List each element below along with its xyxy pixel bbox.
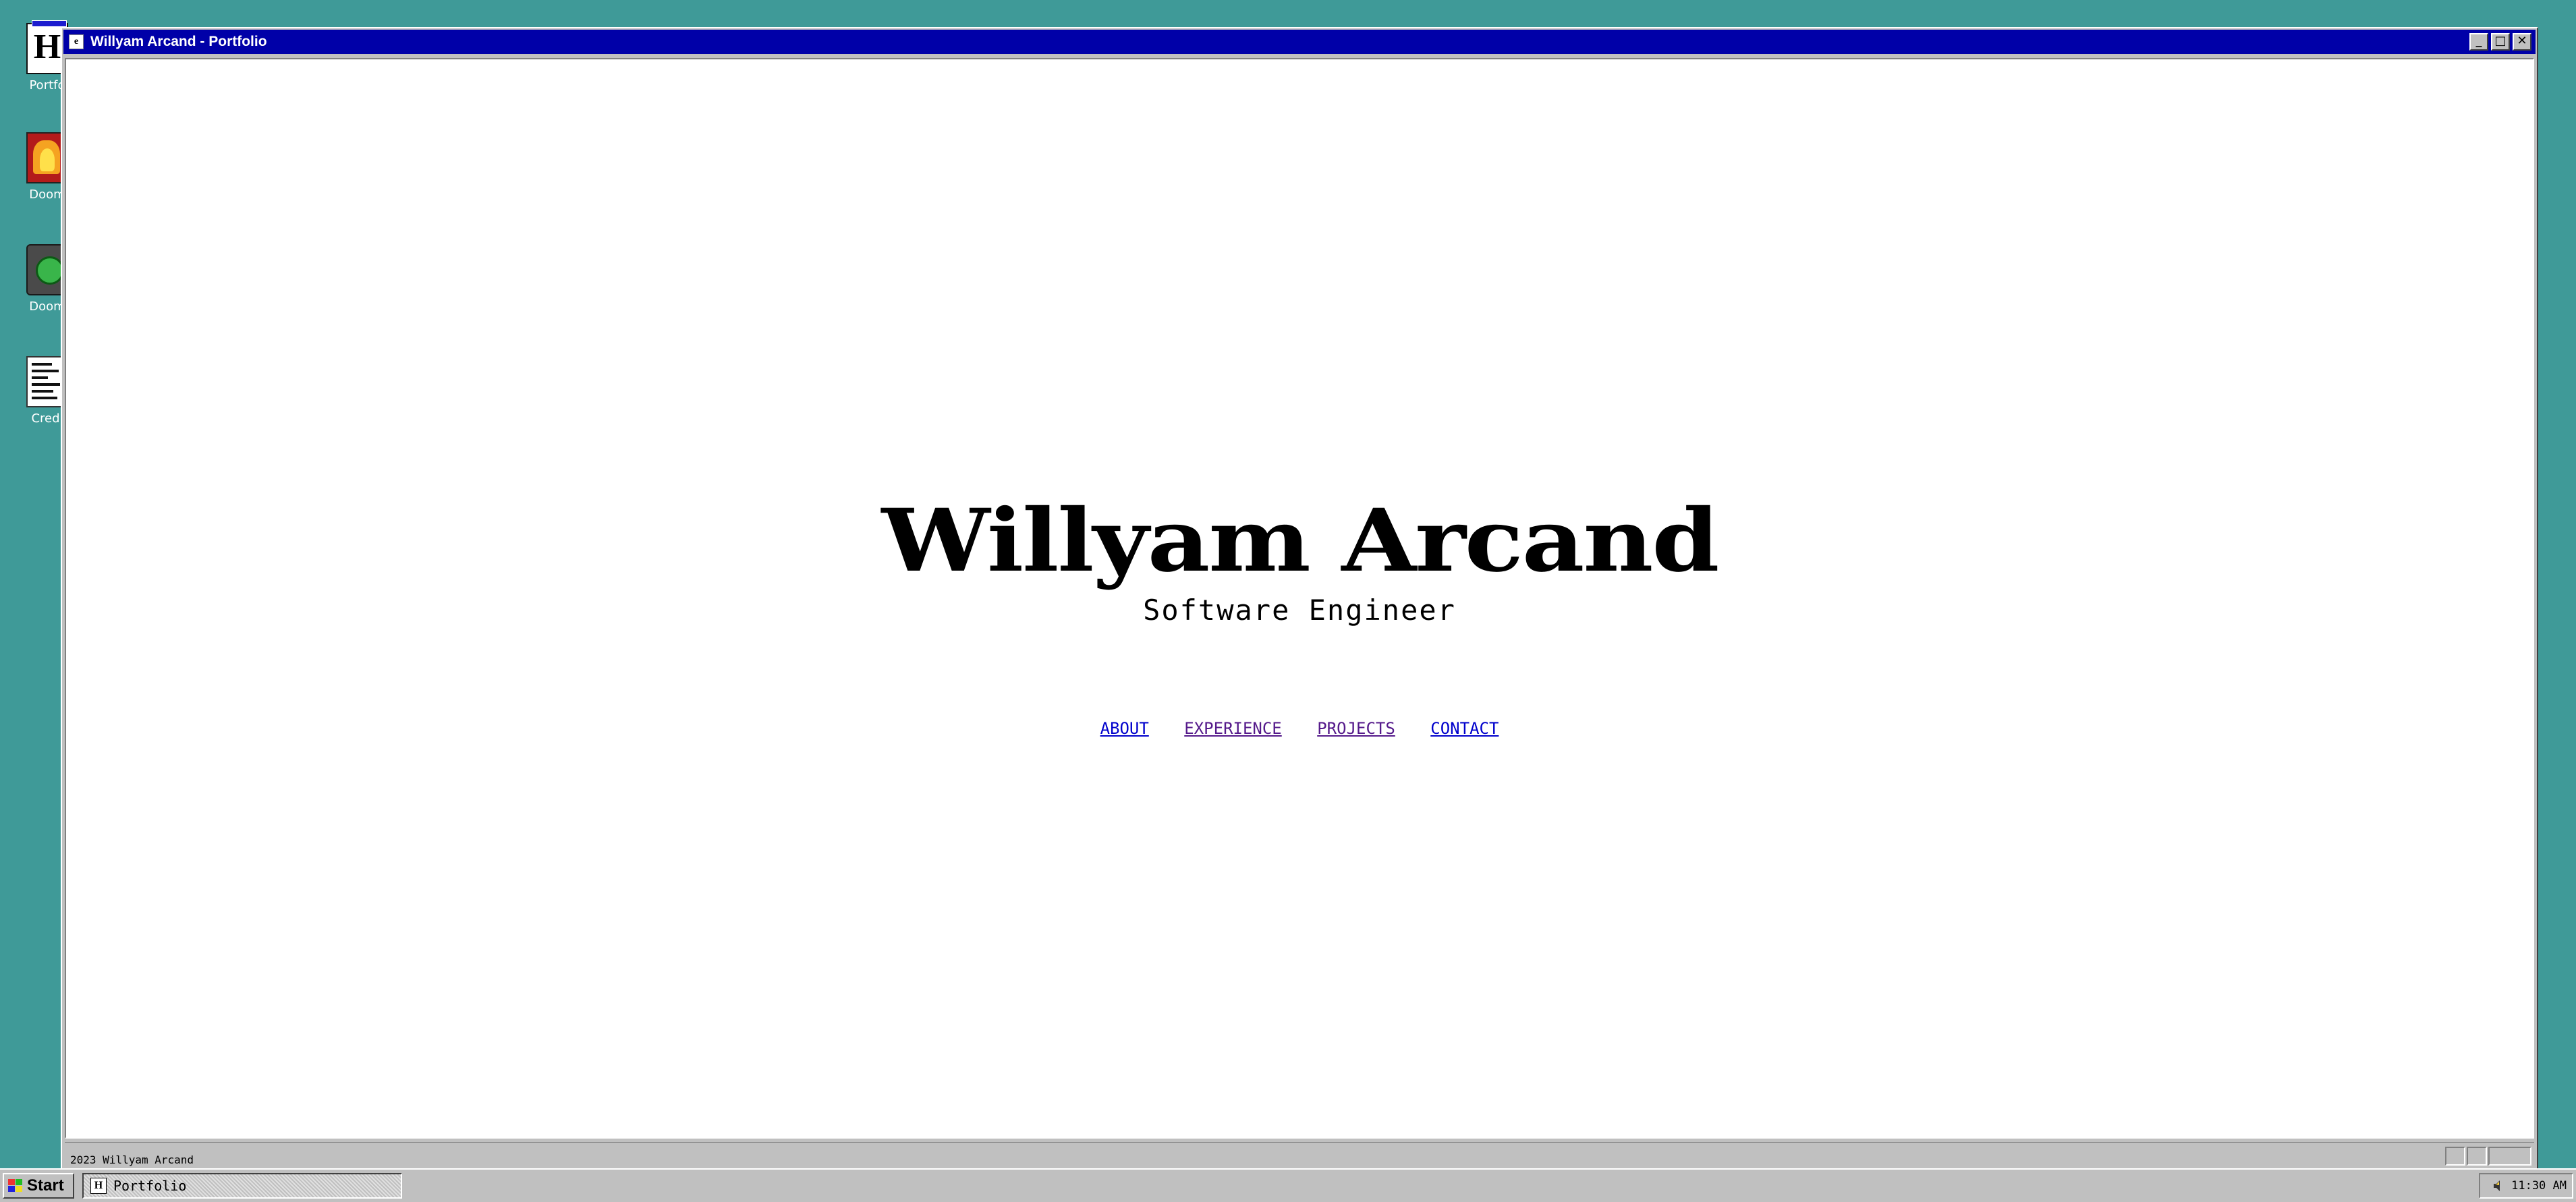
windows-logo-icon xyxy=(8,1179,23,1193)
system-tray: 11:30 AM xyxy=(2479,1173,2573,1199)
speaker-icon[interactable] xyxy=(2492,1179,2504,1193)
app-icon: e xyxy=(69,34,84,49)
window-title: Willyam Arcand - Portfolio xyxy=(90,34,267,49)
copyright-text: 2023 Willyam Arcand xyxy=(70,1153,194,1166)
status-panel xyxy=(2488,1147,2531,1166)
status-panel xyxy=(2445,1147,2465,1166)
page-content: Willyam Arcand Software Engineer ABOUT E… xyxy=(65,58,2534,1139)
page-title: Willyam Arcand xyxy=(881,490,1719,592)
taskbar-item-label: Portfolio xyxy=(113,1178,187,1194)
maximize-button[interactable]: □ xyxy=(2491,33,2510,51)
nav-link-contact[interactable]: CONTACT xyxy=(1430,719,1499,738)
start-label: Start xyxy=(27,1176,64,1195)
status-bar: 2023 Willyam Arcand xyxy=(65,1142,2534,1170)
taskbar: Start H Portfolio 11:30 AM xyxy=(0,1168,2576,1202)
portfolio-window: e Willyam Arcand - Portfolio _ □ ✕ Willy… xyxy=(61,27,2538,1174)
nav-link-about[interactable]: ABOUT xyxy=(1100,719,1149,738)
status-panel xyxy=(2467,1147,2487,1166)
close-button[interactable]: ✕ xyxy=(2513,33,2531,51)
nav-link-experience[interactable]: EXPERIENCE xyxy=(1184,719,1282,738)
clock: 11:30 AM xyxy=(2511,1179,2567,1193)
taskbar-item-portfolio[interactable]: H Portfolio xyxy=(82,1173,402,1199)
page-subtitle: Software Engineer xyxy=(1143,594,1456,627)
window-titlebar[interactable]: e Willyam Arcand - Portfolio _ □ ✕ xyxy=(63,30,2536,54)
minimize-button[interactable]: _ xyxy=(2469,33,2488,51)
start-button[interactable]: Start xyxy=(3,1173,74,1199)
hero: Willyam Arcand Software Engineer xyxy=(66,498,2533,627)
portfolio-task-icon: H xyxy=(90,1178,107,1194)
main-nav: ABOUT EXPERIENCE PROJECTS CONTACT xyxy=(66,719,2533,738)
nav-link-projects[interactable]: PROJECTS xyxy=(1317,719,1395,738)
